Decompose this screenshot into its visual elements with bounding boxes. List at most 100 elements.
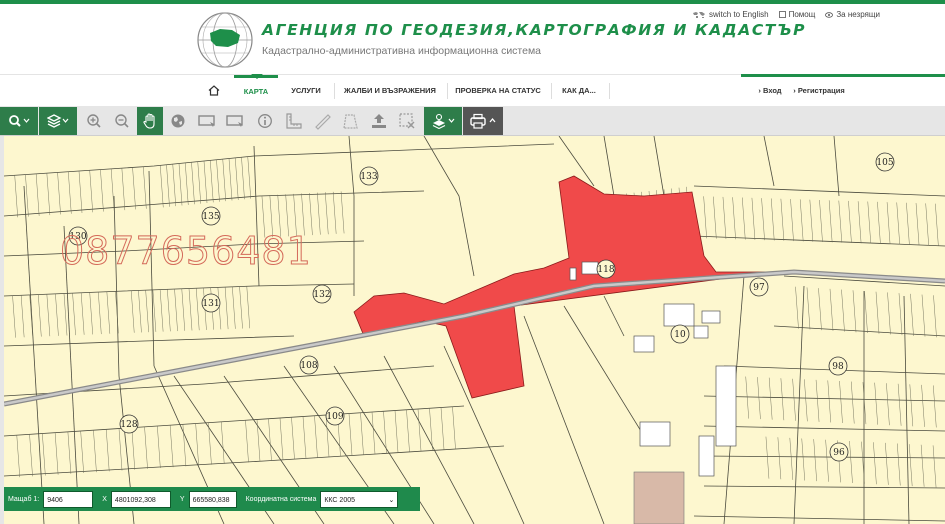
- crs-select[interactable]: ККС 2005 ⌄: [320, 490, 399, 508]
- parcel-boundary-line: [360, 412, 364, 455]
- select-rect-2-icon: [226, 115, 243, 127]
- measure-line-button[interactable]: [309, 107, 335, 135]
- select-rect-button[interactable]: [194, 107, 220, 135]
- parcel-boundary-line: [887, 292, 891, 335]
- select-rect-icon: [198, 115, 215, 127]
- parcel-boundary-line: [795, 286, 799, 329]
- crs-selected-value: ККС 2005: [324, 496, 355, 504]
- parcel-boundary-line: [314, 415, 318, 458]
- parcel-boundary-line: [897, 383, 902, 426]
- parcel-boundary-line: [268, 418, 272, 461]
- zoom-in-icon: [87, 114, 101, 128]
- parcel-boundary-line: [745, 376, 749, 419]
- upload-button[interactable]: [366, 107, 392, 135]
- agency-subtitle: Кадастрално-административна информационн…: [262, 45, 542, 57]
- parcel-boundary-line: [46, 173, 51, 216]
- parcel-boundary-line: [867, 201, 871, 244]
- select-rect-2-button[interactable]: [222, 107, 248, 135]
- info-button[interactable]: [252, 107, 278, 135]
- parcel-boundary-line: [93, 430, 97, 473]
- base-layers-button[interactable]: [424, 107, 462, 135]
- measure-area-button[interactable]: [337, 107, 363, 135]
- parcel-boundary-line: [197, 161, 201, 204]
- parcel-boundary-line: [68, 171, 72, 214]
- parcel-boundary-line: [848, 200, 852, 243]
- parcel-boundary-line: [132, 167, 136, 210]
- scale-input[interactable]: 9406: [43, 490, 94, 508]
- parcel-boundary-line: [145, 290, 149, 333]
- parcel-boundary-line: [849, 440, 853, 484]
- nav-tab-complaints[interactable]: ЖАЛБИ И ВЪЗРАЖЕНИЯ: [338, 75, 442, 107]
- parcel-boundary-line: [138, 290, 142, 333]
- zoom-in-button[interactable]: [81, 107, 107, 135]
- parcel-boundary-line: [195, 423, 199, 466]
- parcel-label: 97: [753, 283, 765, 293]
- print-button[interactable]: [463, 107, 503, 135]
- cadastral-map[interactable]: 133 105 130 135 118 97 131 132 10 108 98 128 109 96 0…: [4, 136, 945, 524]
- zoom-out-button[interactable]: [109, 107, 135, 135]
- parcel-boundary-line: [106, 291, 111, 334]
- layers-tool-button[interactable]: [39, 107, 77, 135]
- parcel-boundary-line: [130, 290, 135, 333]
- nav-tab-map[interactable]: КАРТА: [234, 75, 278, 107]
- parcel-boundary-line: [371, 411, 376, 455]
- measure-line-icon: [315, 114, 331, 130]
- parcel-boundary-line: [722, 196, 727, 239]
- search-tool-button[interactable]: [0, 107, 38, 135]
- parcel-boundary-line: [332, 191, 337, 234]
- switch-english-link[interactable]: switch to English: [692, 10, 769, 19]
- parcel-label: 118: [597, 265, 614, 275]
- agency-title: АГЕНЦИЯ ПО ГЕОДЕЗИЯ,КАРТОГРАФИЯ И КАДАСТ…: [262, 21, 807, 39]
- parcel-boundary-line: [16, 435, 21, 478]
- home-icon: [208, 85, 220, 96]
- parcel-boundary-line: [157, 425, 161, 469]
- nav-tab-status-check[interactable]: ПРОВЕРКА НА СТАТУС: [450, 75, 546, 107]
- pan-tool-button[interactable]: [137, 107, 163, 135]
- parcel-boundary-line: [777, 437, 782, 480]
- accessibility-link[interactable]: За незрящи: [825, 10, 880, 19]
- parcel-boundary-line: [792, 378, 796, 421]
- parcel-boundary-line: [935, 203, 939, 246]
- parcel-boundary-line: [790, 199, 794, 242]
- parcel-boundary-line: [804, 379, 808, 422]
- help-link[interactable]: Помощ: [778, 10, 815, 19]
- nav-tab-how-to[interactable]: КАК ДА...: [555, 75, 603, 107]
- parcel-boundary-line: [247, 156, 251, 199]
- parcel-boundary-line: [42, 433, 46, 476]
- y-coord-input[interactable]: 665580,838: [188, 490, 237, 508]
- parcel-label: 128: [120, 420, 137, 430]
- parcel-boundary-line: [245, 420, 249, 463]
- parcel-boundary-line: [813, 439, 817, 482]
- parcel-boundary-line: [55, 293, 59, 336]
- parcel-boundary-line: [780, 378, 785, 421]
- parcel-boundary-line: [886, 383, 890, 426]
- parcel-boundary-line: [14, 175, 18, 218]
- parcel-boundary-line: [100, 169, 104, 212]
- agency-logo-icon[interactable]: [196, 11, 254, 69]
- parcel-boundary-line: [166, 164, 170, 207]
- parcel-boundary-line: [394, 410, 399, 453]
- parcel-boundary-line: [25, 174, 29, 217]
- y-coord-label: Y: [179, 495, 185, 503]
- parcel-boundary-line: [80, 292, 85, 335]
- register-link[interactable]: › Регистрация: [790, 75, 848, 107]
- parcel-boundary-line: [873, 442, 877, 485]
- nav-home[interactable]: [200, 75, 228, 107]
- login-link[interactable]: › Вход: [752, 75, 788, 107]
- x-coord-input[interactable]: 4801092,308: [110, 490, 171, 508]
- parcel-boundary-line: [172, 164, 176, 207]
- clear-selection-button[interactable]: [394, 107, 420, 135]
- parcel-label: 98: [832, 362, 844, 372]
- parcel-boundary-line: [224, 287, 229, 330]
- parcel-boundary-line: [89, 170, 93, 213]
- measure-ruler-button[interactable]: [281, 107, 307, 135]
- parcel-boundary-line: [57, 172, 61, 215]
- parcel-boundary-line: [241, 157, 245, 200]
- parcel-boundary-line: [850, 381, 855, 424]
- parcel-label: 96: [833, 448, 845, 458]
- nav-tab-services[interactable]: УСЛУГИ: [283, 75, 329, 107]
- parcel-boundary-line: [72, 293, 76, 336]
- x-coord-label: X: [102, 495, 107, 503]
- search-icon: [9, 115, 30, 127]
- globe-tool-button[interactable]: [165, 107, 191, 135]
